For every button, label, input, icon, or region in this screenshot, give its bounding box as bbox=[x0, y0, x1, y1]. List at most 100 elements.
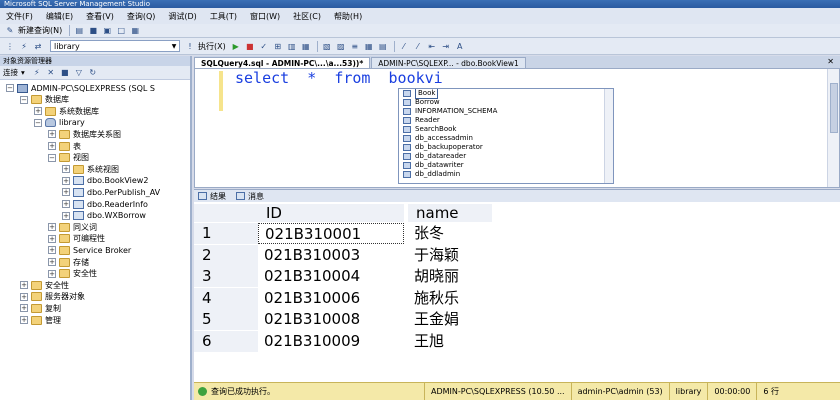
expand-icon[interactable]: + bbox=[20, 292, 28, 301]
row-header[interactable]: 1 bbox=[194, 223, 258, 244]
menu-item[interactable]: 帮助(H) bbox=[334, 11, 362, 22]
menu-item[interactable]: 查看(V) bbox=[86, 11, 114, 22]
stop-icon[interactable]: ■ bbox=[59, 67, 71, 78]
close-icon[interactable]: ✕ bbox=[827, 57, 834, 66]
intellisense-item[interactable]: db_datawriter bbox=[399, 161, 613, 170]
tree-node[interactable]: + dbo.BookView2 bbox=[62, 175, 148, 187]
grid-cell[interactable]: 胡晓丽 bbox=[408, 266, 492, 287]
intellisense-item[interactable]: db_ddladmin bbox=[399, 170, 613, 179]
change-connection-icon[interactable]: ⇄ bbox=[32, 41, 44, 52]
tree-node[interactable]: + dbo.WXBorrow bbox=[62, 210, 146, 222]
grid-cell[interactable]: 王旭 bbox=[408, 331, 492, 352]
tree-node[interactable]: − library bbox=[34, 117, 85, 129]
expand-icon[interactable]: + bbox=[62, 165, 70, 174]
tree-node[interactable]: + dbo.ReaderInfo bbox=[62, 198, 148, 210]
query-designer-icon[interactable]: ▥ bbox=[286, 41, 298, 52]
collapse-icon[interactable]: − bbox=[6, 84, 14, 92]
expand-icon[interactable]: + bbox=[62, 188, 70, 197]
document-tab[interactable]: SQLQuery4.sql - ADMIN-PC\...\a...53))* bbox=[194, 57, 371, 68]
grid-cell[interactable]: 021B310004 bbox=[258, 266, 404, 287]
execute-icon[interactable]: ! bbox=[184, 41, 196, 52]
chevron-down-icon[interactable]: ▾ bbox=[21, 68, 25, 77]
tree-node[interactable]: + 安全性 bbox=[20, 279, 69, 291]
activity-monitor-icon[interactable]: ▦ bbox=[129, 25, 141, 36]
parse-icon[interactable]: ✓ bbox=[258, 41, 270, 52]
collapse-icon[interactable]: − bbox=[48, 153, 56, 162]
tree-node[interactable]: + 可编程性 bbox=[48, 233, 105, 245]
results-text-icon[interactable]: ≡ bbox=[349, 41, 361, 52]
save-all-icon[interactable]: ▣ bbox=[101, 25, 113, 36]
tree-node[interactable]: + 复制 bbox=[20, 302, 61, 314]
expand-icon[interactable]: + bbox=[48, 223, 56, 232]
tree-node[interactable]: + 服务器对象 bbox=[20, 291, 85, 303]
row-header[interactable]: 5 bbox=[194, 309, 258, 331]
menu-item[interactable]: 查询(Q) bbox=[127, 11, 156, 22]
intellisense-item[interactable]: INFORMATION_SCHEMA bbox=[399, 107, 613, 116]
expand-icon[interactable]: + bbox=[62, 200, 70, 208]
row-header[interactable]: 4 bbox=[194, 287, 258, 309]
intellisense-item[interactable]: SearchBook bbox=[399, 125, 613, 134]
comment-icon[interactable]: ⁄ bbox=[398, 41, 410, 52]
filter-icon[interactable]: ▽ bbox=[73, 67, 85, 78]
tree-node[interactable]: + 表 bbox=[48, 140, 81, 152]
uncomment-icon[interactable]: ⁄ bbox=[412, 41, 424, 52]
collapse-icon[interactable]: − bbox=[20, 95, 28, 104]
expand-icon[interactable]: + bbox=[20, 304, 28, 313]
results-tab[interactable]: 消息 bbox=[236, 191, 264, 202]
intellisense-item[interactable]: Reader bbox=[399, 116, 613, 125]
tree-node[interactable]: + Service Broker bbox=[48, 244, 131, 256]
menu-item[interactable]: 编辑(E) bbox=[46, 11, 73, 22]
specify-values-icon[interactable]: A bbox=[454, 41, 466, 52]
new-query-icon[interactable]: ✎ bbox=[4, 25, 16, 36]
connect-icon[interactable]: ⚡ bbox=[18, 41, 30, 52]
tree-node[interactable]: + 管理 bbox=[20, 314, 61, 326]
document-tab[interactable]: ADMIN-PC\SQLEXP... - dbo.BookView1 bbox=[371, 57, 526, 68]
grid-cell[interactable]: 021B310003 bbox=[258, 245, 404, 266]
tree-node[interactable]: − 视图 bbox=[48, 152, 89, 164]
results-grid[interactable]: ID name 1 021B310001 张冬 2 021B310003 于海颖 3 021B31… bbox=[194, 202, 840, 382]
row-header[interactable]: 2 bbox=[194, 244, 258, 266]
new-item-icon[interactable]: □ bbox=[115, 25, 127, 36]
menu-item[interactable]: 窗口(W) bbox=[250, 11, 280, 22]
tree-node[interactable]: + dbo.PerPublish_AV bbox=[62, 186, 160, 198]
outdent-icon[interactable]: ⇤ bbox=[426, 41, 438, 52]
tree-node[interactable]: + 存储 bbox=[48, 256, 89, 268]
execute-button[interactable]: 执行(X) bbox=[198, 41, 226, 52]
expand-icon[interactable]: + bbox=[48, 142, 56, 150]
expand-icon[interactable]: + bbox=[48, 269, 56, 278]
tree-node[interactable]: + 同义词 bbox=[48, 221, 97, 233]
tree-node[interactable]: + 系统数据库 bbox=[34, 105, 99, 117]
collapse-icon[interactable]: − bbox=[34, 118, 42, 127]
results-to-grid-icon[interactable]: ▦ bbox=[300, 41, 312, 52]
intellisense-scrollbar[interactable] bbox=[604, 89, 613, 183]
results-grid-icon[interactable]: ▦ bbox=[363, 41, 375, 52]
intellisense-item[interactable]: Borrow bbox=[399, 98, 613, 107]
new-query-button[interactable]: 新建查询(N) bbox=[18, 25, 62, 36]
intellisense-item[interactable]: db_accessadmin bbox=[399, 134, 613, 143]
intellisense-item[interactable]: Book bbox=[399, 89, 613, 99]
client-stats-icon[interactable]: ▨ bbox=[335, 41, 347, 52]
grid-cell[interactable]: 于海颖 bbox=[408, 245, 492, 266]
query-text[interactable]: select * from bookvi bbox=[235, 69, 443, 87]
connect-icon[interactable]: ⚡ bbox=[31, 67, 43, 78]
grid-cell[interactable]: 021B310008 bbox=[258, 309, 404, 330]
refresh-icon[interactable]: ↻ bbox=[87, 67, 99, 78]
indent-icon[interactable]: ⇥ bbox=[440, 41, 452, 52]
expand-icon[interactable]: + bbox=[48, 234, 56, 243]
expand-icon[interactable]: + bbox=[20, 316, 28, 324]
display-plan-icon[interactable]: ⊞ bbox=[272, 41, 284, 52]
results-tab[interactable]: 结果 bbox=[198, 191, 226, 202]
editor-scrollbar[interactable] bbox=[827, 69, 839, 187]
menu-item[interactable]: 社区(C) bbox=[293, 11, 321, 22]
expand-icon[interactable]: + bbox=[34, 107, 42, 116]
expand-icon[interactable]: + bbox=[62, 176, 70, 185]
row-header[interactable]: 6 bbox=[194, 331, 258, 352]
open-file-icon[interactable]: ▤ bbox=[73, 25, 85, 36]
database-select[interactable]: library ▼ bbox=[50, 40, 180, 52]
tree-node[interactable]: − 数据库 bbox=[20, 94, 69, 106]
menu-item[interactable]: 调试(D) bbox=[168, 11, 196, 22]
grid-cell[interactable]: 张冬 bbox=[408, 223, 492, 244]
tree-node[interactable]: − ADMIN-PC\SQLEXPRESS (SQL S bbox=[6, 82, 155, 94]
tree-node[interactable]: + 系统视图 bbox=[62, 163, 119, 175]
intellisense-list[interactable]: Book Borrow INFORMATION_SCHEMA Reader Search… bbox=[398, 88, 614, 184]
